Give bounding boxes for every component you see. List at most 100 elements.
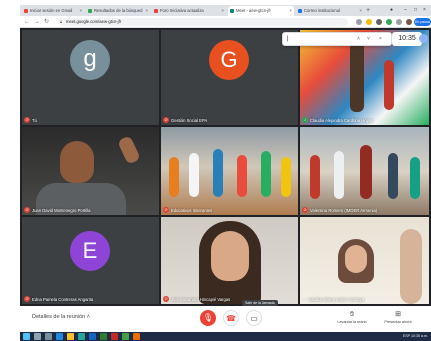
avatar: E	[70, 231, 110, 271]
present-now-button[interactable]: ⊞ Presentar ahora	[376, 310, 420, 324]
minimize-icon[interactable]: –	[404, 5, 407, 16]
participant-video-tile[interactable]: ⊘ Juan David Montenegro Portilla	[22, 127, 159, 215]
meeting-details-button[interactable]: Detalles de la reunión ˄	[32, 314, 90, 320]
meeting-controls: Detalles de la reunión ˄ 🎙︎ ☎︎ ▭ ✋︎ Leva…	[20, 306, 431, 332]
forward-arrow-icon[interactable]: →	[34, 17, 40, 27]
windows-start-icon[interactable]	[23, 333, 30, 340]
new-tab-button[interactable]: +	[366, 6, 370, 15]
store-icon[interactable]	[78, 333, 85, 340]
browser-tab-foro[interactable]: Foro Iniciativa actualiza ×	[152, 6, 226, 16]
text-cursor: |	[287, 36, 289, 42]
mic-off-icon: ⊘	[24, 117, 30, 123]
participant-name: ··· claudia milena marín montoya	[302, 297, 365, 302]
present-icon: ⊞	[395, 311, 401, 318]
participant-video-tile[interactable]: ⊘ Jiraí Alexandra Hincapié Vargas	[161, 217, 298, 304]
browser-toolbar: ← → ↻ 🔒︎ meet.google.com/aew-gtcn-jfr En…	[20, 16, 431, 28]
maximize-icon[interactable]: □	[414, 5, 417, 16]
close-icon[interactable]: ×	[79, 6, 82, 16]
participant-name: ⊘ Gestión Social EPA	[163, 117, 208, 123]
chevron-down-icon[interactable]: ˅	[367, 36, 370, 42]
participant-video-tile[interactable]: ⊘ Educativos Itinerantes	[161, 127, 298, 215]
address-bar[interactable]: 🔒︎ meet.google.com/aew-gtcn-jfr	[58, 18, 348, 26]
dancer-figure	[189, 153, 199, 197]
camera-button[interactable]: ▭	[246, 310, 262, 326]
participant-name: ⊘ Jiraí Alexandra Hincapié Vargas	[163, 296, 231, 302]
close-icon[interactable]: ×	[145, 6, 148, 16]
chevron-up-icon[interactable]: ˄	[357, 36, 360, 42]
close-icon[interactable]: ×	[379, 36, 382, 42]
leave-call-tooltip: Salir de la llamada	[242, 300, 278, 306]
close-icon[interactable]: ×	[289, 6, 292, 16]
windows-taskbar: ESP 10:35 a.m.	[20, 332, 431, 341]
meeting-clock: 10:35	[392, 32, 428, 46]
mic-off-icon: ⊘	[163, 296, 169, 302]
leave-call-button[interactable]: ☎︎	[223, 310, 239, 326]
folder-icon[interactable]	[67, 333, 74, 340]
url-text: meet.google.com/aew-gtcn-jfr	[66, 19, 122, 24]
mic-off-icon: ⊘	[24, 296, 30, 302]
avatar[interactable]	[419, 34, 428, 43]
system-tray[interactable]: ESP 10:35 a.m.	[403, 332, 428, 341]
mic-off-icon: ⊘	[163, 207, 169, 213]
excel-icon[interactable]	[100, 333, 107, 340]
dancer-figure	[410, 157, 420, 199]
participant-name: ♪ Claudia Alejandra Cardona Hoyos	[302, 117, 374, 123]
find-bar[interactable]: | ˄ ˅ ×	[282, 32, 392, 46]
more-icon: ···	[302, 297, 307, 302]
gmail-icon	[24, 9, 28, 13]
dancer-figure	[310, 155, 320, 199]
tab-label: Correo institucional	[304, 8, 340, 13]
task-view-icon[interactable]	[45, 333, 52, 340]
chrome-icon[interactable]	[122, 333, 129, 340]
close-window-icon[interactable]: ×	[423, 5, 426, 16]
participant-name: ⊘ Juan David Montenegro Portilla	[24, 207, 91, 213]
extension-icon[interactable]	[376, 19, 382, 25]
back-arrow-icon[interactable]: ←	[24, 17, 30, 27]
mic-off-icon: ⊘	[163, 117, 169, 123]
avatar: g	[70, 40, 110, 80]
reload-icon[interactable]: ↻	[44, 17, 49, 27]
participant-video-tile[interactable]: ··· claudia milena marín montoya	[300, 217, 429, 304]
edge-icon[interactable]	[56, 333, 63, 340]
extension-icon[interactable]	[356, 19, 362, 25]
sync-paused-button[interactable]: En pausa	[414, 18, 431, 26]
search-icon[interactable]	[34, 333, 41, 340]
hand-icon: ✋︎	[350, 311, 354, 318]
gmail-icon	[154, 9, 158, 13]
participant-tile[interactable]: g ⊘ Tú	[22, 30, 159, 125]
avatar: G	[209, 40, 249, 80]
close-icon[interactable]: ×	[359, 6, 362, 16]
participant-video-tile[interactable]: ⊘ Valentina Romero (IMDER Armenia)	[300, 127, 429, 215]
dancer-figure	[281, 157, 291, 197]
dancer-figure	[237, 155, 247, 197]
mic-off-button[interactable]: 🎙︎	[200, 310, 216, 326]
browser-tab-correo[interactable]: Correo institucional ×	[296, 6, 364, 16]
profile-icon[interactable]: ●	[390, 5, 393, 16]
star-icon[interactable]	[366, 19, 372, 25]
dancer-figure	[213, 149, 223, 197]
browser-tab-search[interactable]: Resultados de la búsqued ×	[86, 6, 150, 16]
meet-icon	[230, 9, 234, 13]
browser-tab-gmail[interactable]: Iniciar sesión en Gmail ×	[22, 6, 84, 16]
tab-label: Iniciar sesión en Gmail	[30, 8, 73, 13]
powerpoint-icon[interactable]	[111, 333, 118, 340]
participant-name: ⊘ Valentina Romero (IMDER Armenia)	[302, 207, 378, 213]
puzzle-icon[interactable]	[396, 19, 402, 25]
extension-icon[interactable]	[386, 19, 392, 25]
avatar[interactable]	[406, 19, 412, 25]
face-figure	[211, 231, 249, 281]
participant-tile[interactable]: G ⊘ Gestión Social EPA	[161, 30, 298, 125]
mail-icon	[298, 9, 302, 13]
raise-hand-button[interactable]: ✋︎ Levantar la mano	[330, 310, 374, 324]
close-icon[interactable]: ×	[221, 6, 224, 16]
search-results-icon	[88, 9, 92, 13]
dancer-figure	[350, 42, 364, 112]
app-icon[interactable]	[133, 333, 140, 340]
background-figure	[384, 60, 394, 110]
tab-label: Resultados de la búsqued	[94, 8, 143, 13]
participant-tile[interactable]: E ⊘ Edna Pamela Contreras Angarita	[22, 217, 159, 304]
participant-name: ⊘ Tú	[24, 117, 37, 123]
browser-tab-meet[interactable]: Meet - aew-gtcn-jfr ×	[228, 6, 294, 16]
word-icon[interactable]	[89, 333, 96, 340]
dancer-figure	[169, 157, 179, 197]
